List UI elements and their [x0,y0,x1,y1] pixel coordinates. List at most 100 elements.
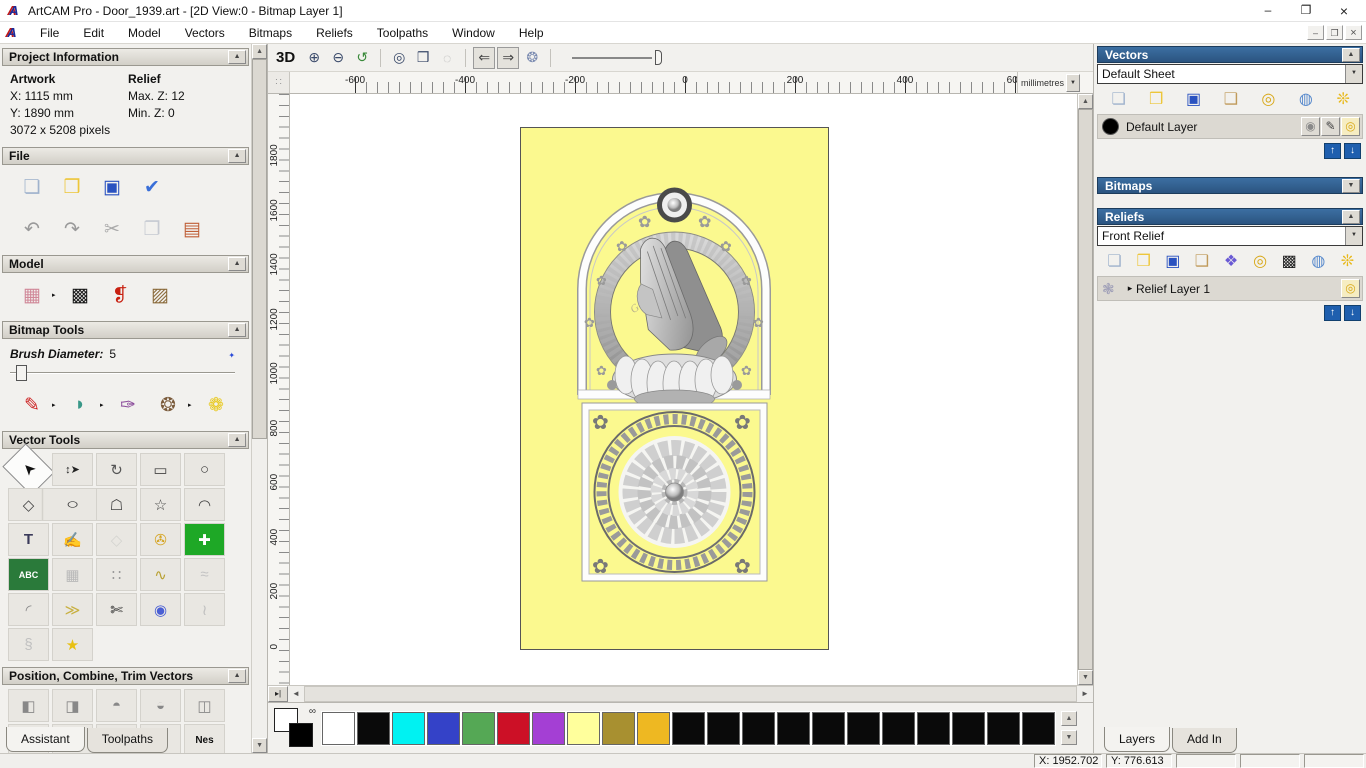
colour-swatch-19[interactable] [986,710,1021,746]
scroll-down-icon[interactable]: ▼ [252,738,267,753]
scrollbar-thumb[interactable] [304,686,1077,702]
save-model-icon[interactable]: ▣ [92,171,132,203]
next-layer-button[interactable]: ⇒ [497,46,520,69]
combine-relief-icon[interactable]: ❖ [1217,251,1244,271]
undo-icon[interactable]: ↶ [12,213,52,245]
scroll-up-icon[interactable]: ▲ [252,44,267,59]
menu-item-0[interactable]: File [28,24,71,42]
switch-3d-view-button[interactable]: 3D [276,49,295,66]
zoom-in-icon[interactable]: ⊕ [303,47,325,69]
palette-scroll-up-icon[interactable]: ▲ [1061,711,1077,726]
previous-layer-button[interactable]: ⇐ [473,46,496,69]
tab-assistant[interactable]: Assistant [6,727,85,752]
colour-swatch-8[interactable] [601,710,636,746]
relief-side-dropdown[interactable]: Front Relief ▼ [1097,226,1363,246]
flyout-icon[interactable]: ▸ [100,401,108,409]
move-layer-down-icon[interactable]: ↓ [1344,305,1361,321]
envelope-distort-tool[interactable]: ▦ [52,558,93,591]
set-model-size-icon[interactable]: ▦ [12,279,52,311]
wrap-text-tool[interactable]: ✍ [52,523,93,556]
mdi-close-button[interactable]: × [1345,25,1362,40]
flyout-icon[interactable]: ▸ [52,401,60,409]
flyout-icon[interactable]: ▸ [188,401,196,409]
colour-swatch-17[interactable] [916,710,951,746]
pane-toggle-icon[interactable]: ▸| [268,686,288,702]
palette-scroll-down-icon[interactable]: ▼ [1061,730,1077,745]
tab-add-in[interactable]: Add In [1172,728,1237,753]
colour-swatch-20[interactable] [1021,710,1056,746]
toggle-visibility-icon[interactable]: ◎ [1247,251,1274,271]
cut-icon[interactable]: ✂ [92,213,132,245]
colour-swatch-9[interactable] [636,710,671,746]
greyscale-model-icon[interactable]: ▩ [60,279,100,311]
fit-arcs-tool[interactable]: ◜ [8,593,49,626]
dropdown-arrow-icon[interactable]: ▼ [1345,227,1362,245]
new-model-icon[interactable]: ❏ [12,171,52,203]
assistant-scrollbar[interactable]: ▲ ▼ [251,44,267,753]
mdi-restore-button[interactable]: ❐ [1326,25,1343,40]
colour-swatch-2[interactable] [391,710,426,746]
minimize-button[interactable]: – [1260,3,1276,19]
menu-item-4[interactable]: Bitmaps [237,24,304,42]
vertical-scrollbar[interactable]: ▲ ▼ [1077,94,1093,685]
colour-swatch-12[interactable] [741,710,776,746]
menu-item-1[interactable]: Edit [71,24,116,42]
bisector-tool[interactable]: ≫ [52,593,93,626]
greyscale-preview-icon[interactable]: ▩ [1276,251,1303,271]
toggle-all-visibility-icon[interactable]: ❊ [1334,251,1361,271]
spin-tool[interactable]: ◉ [140,593,181,626]
tab-layers[interactable]: Layers [1104,727,1171,752]
colour-swatch-15[interactable] [846,710,881,746]
relief-layer-row[interactable]: ❃ ▸ Relief Layer 1 ◎ [1097,276,1363,301]
colour-swatch-7[interactable] [566,710,601,746]
menu-item-8[interactable]: Help [507,24,556,42]
collapse-file-button[interactable]: ▲ [228,149,247,163]
scrollbar-thumb[interactable] [1078,109,1093,670]
create-rectangle-tool[interactable]: ▭ [140,453,181,486]
extend-curve-tool[interactable]: ≀ [184,593,225,626]
scroll-left-icon[interactable]: ◄ [288,686,304,702]
align-top-tool[interactable]: ◓ [96,689,137,722]
layer-visibility-icon[interactable]: ◎ [1341,117,1360,136]
pin-icon[interactable]: ✦ [228,351,235,360]
wizard-icon[interactable]: ✔ [132,171,172,203]
menu-item-2[interactable]: Model [116,24,173,42]
text-block-tool[interactable]: ABC [8,558,49,591]
edit-layer-colour-icon[interactable]: ✎ [1321,117,1340,136]
opacity-slider-handle[interactable] [655,49,663,65]
vector-layer-row[interactable]: Default Layer ◉ ✎ ◎ [1097,114,1363,139]
menu-item-7[interactable]: Window [440,24,507,42]
scroll-up-icon[interactable]: ▲ [1078,94,1093,109]
slider-handle[interactable] [16,365,27,381]
zoom-fit-icon[interactable]: ❒ [412,47,434,69]
close-button[interactable]: × [1336,3,1352,19]
load-image-icon[interactable]: ▨ [140,279,180,311]
colour-swatch-14[interactable] [811,710,846,746]
new-vector-layer-icon[interactable]: ❏ [1101,89,1136,109]
scrollbar-thumb[interactable] [252,59,267,439]
restore-button[interactable]: ❐ [1298,3,1314,19]
colour-swatch-1[interactable] [356,710,391,746]
create-ellipse-tool[interactable]: ○ [41,488,104,521]
align-centre-tool[interactable]: ◫ [184,689,225,722]
horizontal-scrollbar[interactable]: ▸| ◄ ► [268,685,1093,702]
paint-brush-icon[interactable]: ✎ [12,389,52,421]
align-right-tool[interactable]: ◨ [52,689,93,722]
secondary-colour-chip[interactable] [289,723,313,747]
lock-layer-icon[interactable]: ◉ [1301,117,1320,136]
zoom-out-icon[interactable]: ⊖ [327,47,349,69]
nesting-tool[interactable]: Nes [184,724,225,753]
relief-layer-name[interactable]: Relief Layer 1 [1136,282,1340,296]
preview-relief-icon[interactable]: ❂ [521,47,543,69]
colour-swatch-6[interactable] [531,710,566,746]
menu-item-3[interactable]: Vectors [173,24,237,42]
zoom-selection-icon[interactable]: ◌ [436,47,458,69]
copy-icon[interactable]: ❐ [132,213,172,245]
add-vectors-tool[interactable]: ✚ [184,523,225,556]
import-vectors-icon[interactable]: ❑ [1213,89,1248,109]
section-profile-tool[interactable]: § [8,628,49,661]
import-relief-icon[interactable]: ❑ [1188,251,1215,271]
collapse-vectors-button[interactable]: ▲ [1342,47,1360,62]
menu-item-6[interactable]: Toolpaths [365,24,440,42]
collapse-reliefs-button[interactable]: ▲ [1342,209,1360,224]
